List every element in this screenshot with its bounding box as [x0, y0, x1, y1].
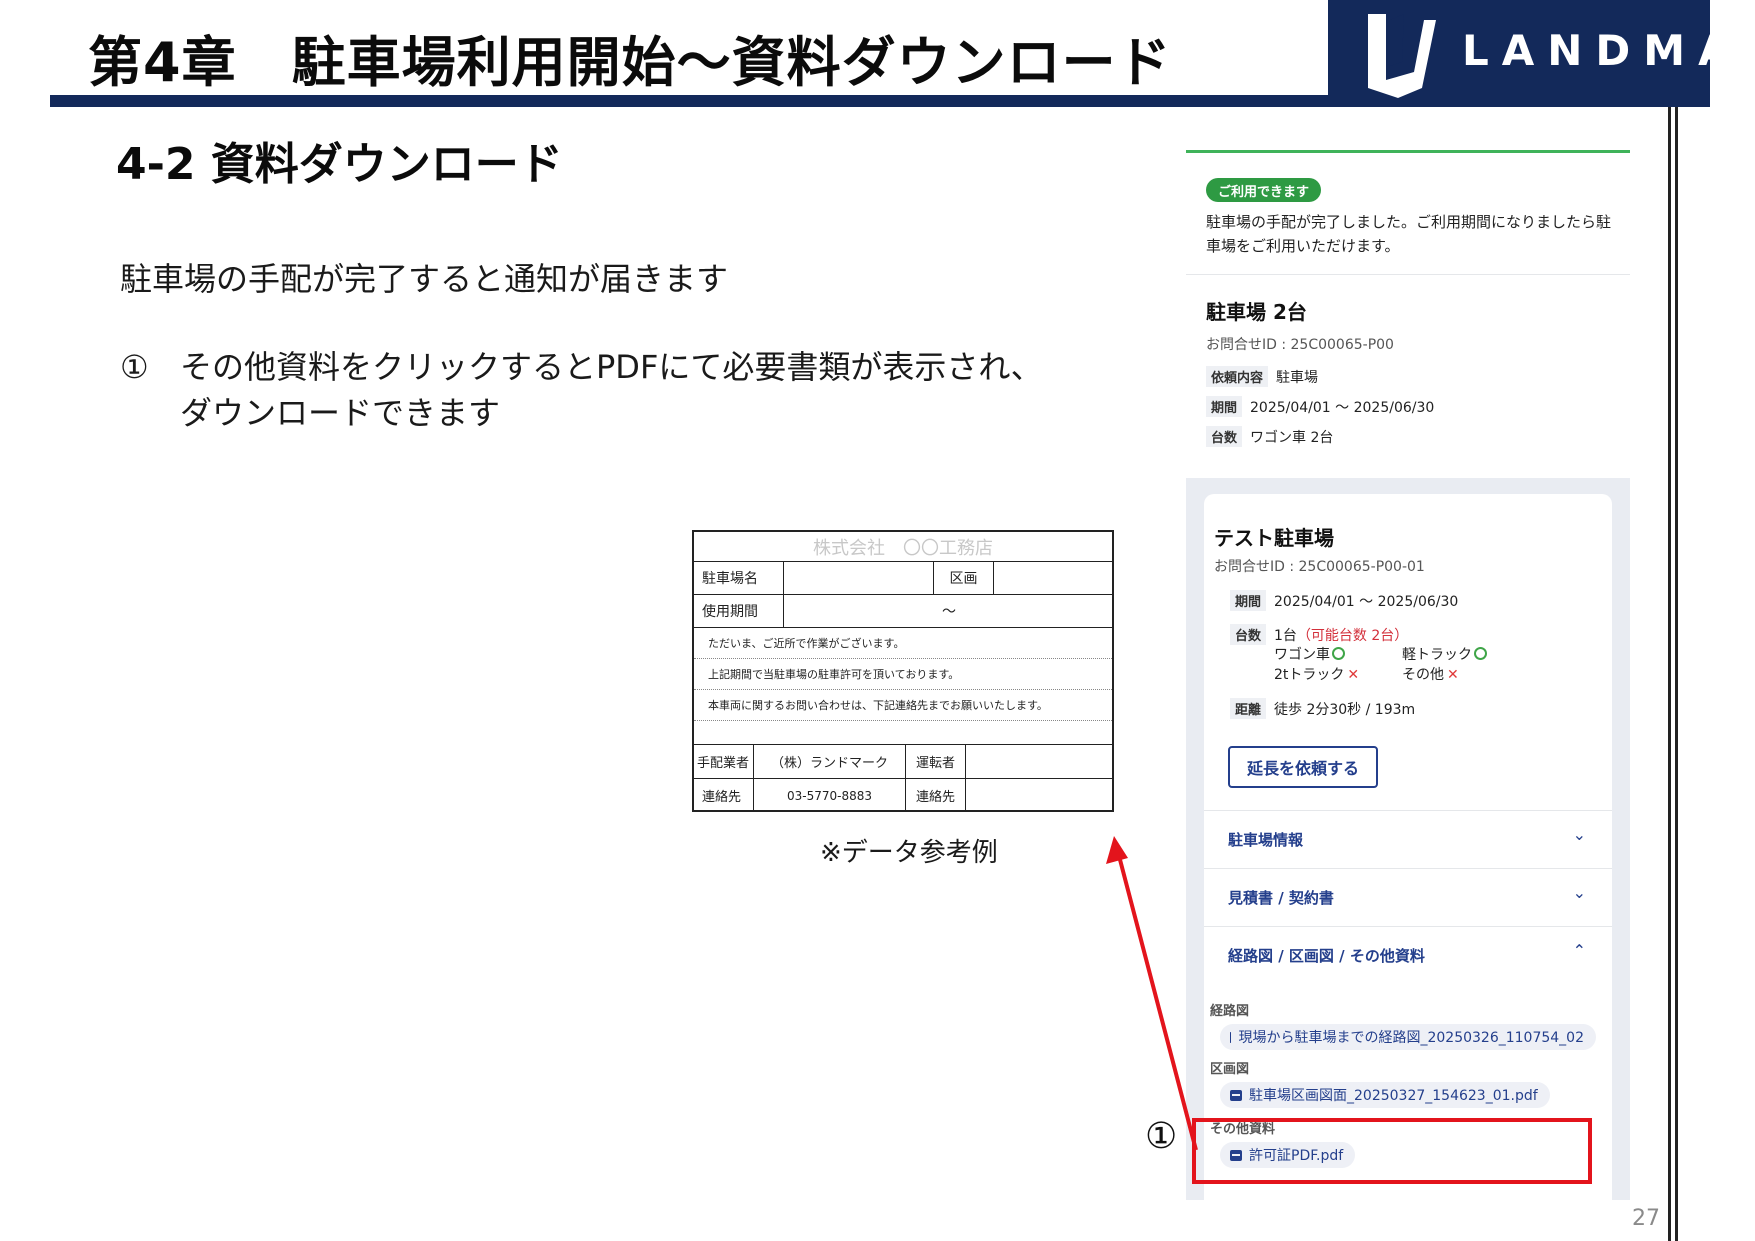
- annotation-marker: ①: [1145, 1116, 1178, 1157]
- lot-name-value: [784, 562, 934, 594]
- permit-sample: 株式会社 〇〇工務店 駐車場名 区画 使用期間 ～ ただいま、ご近所で作業がござ…: [692, 530, 1114, 812]
- chevron-up-icon: ⌃: [1572, 941, 1586, 960]
- note-1: ただいま、ご近所で作業がございます。: [694, 628, 1112, 659]
- card-count-row: 台数 1台（可能台数 2台）: [1230, 624, 1408, 645]
- step-line-1: その他資料をクリックするとPDFにて必要書類が表示され、: [180, 348, 1043, 386]
- request-row: 依頼内容 駐車場: [1206, 366, 1318, 387]
- avail-kei: 軽トラック: [1402, 644, 1487, 664]
- permit-row-arranger: 手配業者 （株）ランドマーク 運転者: [694, 745, 1112, 779]
- section-map-file[interactable]: 駐車場区画図面_20250327_154623_01.pdf: [1220, 1082, 1550, 1108]
- status-line: [1186, 150, 1630, 153]
- request-key: 依頼内容: [1206, 366, 1269, 387]
- ng-cross-icon: ✕: [1447, 667, 1459, 683]
- ok-circle-icon: [1474, 647, 1487, 660]
- file-icon: [1230, 1031, 1245, 1043]
- permit-row-lot: 駐車場名 区画: [694, 562, 1112, 595]
- contact-label-2: 連絡先: [906, 779, 966, 812]
- period-sep: ～: [942, 604, 956, 620]
- route-map-file[interactable]: 現場から駐車場までの経路図_20250326_110754_02: [1220, 1024, 1596, 1050]
- step-number: ①: [120, 348, 149, 386]
- arranger-value: （株）ランドマーク: [754, 745, 906, 778]
- period-label: 使用期間: [694, 595, 784, 627]
- completion-notice: 駐車場の手配が完了しました。ご利用期間になりましたら駐車場をご利用いただけます。: [1206, 213, 1612, 255]
- route-map-filename: 現場から駐車場までの経路図_20250326_110754_02: [1238, 1030, 1584, 1046]
- chevron-down-icon: ⌄: [1572, 883, 1586, 902]
- route-map-label: 経路図: [1210, 1004, 1250, 1019]
- highlight-box: [1192, 1118, 1592, 1184]
- permit-row-contact: 連絡先 03-5770-8883 連絡先: [694, 779, 1112, 812]
- lot-title: 駐車場 2台: [1206, 300, 1307, 324]
- landmark-logo-icon: [1368, 14, 1436, 98]
- count-key: 台数: [1206, 426, 1243, 447]
- section-map-filename: 駐車場区画図面_20250327_154623_01.pdf: [1249, 1088, 1538, 1104]
- sample-caption: ※データ参考例: [820, 838, 998, 868]
- card-inquiry-id: お問合せID : 25C00065-P00-01: [1214, 559, 1425, 575]
- count-row: 台数 ワゴン車 2台: [1206, 426, 1333, 447]
- kei-truck-label: 軽トラック: [1402, 647, 1472, 663]
- accordion-label: 駐車場情報: [1228, 831, 1304, 849]
- card-period-value: 2025/04/01 ～ 2025/06/30: [1274, 594, 1459, 610]
- accordion-label: 経路図 / 区画図 / その他資料: [1228, 947, 1425, 965]
- chapter-title: 第4章 駐車場利用開始～資料ダウンロード: [88, 31, 1172, 94]
- count-value: ワゴン車 2台: [1250, 430, 1334, 446]
- avail-wagon: ワゴン車: [1274, 644, 1345, 664]
- card-period-key: 期間: [1230, 590, 1267, 611]
- period-value: 2025/04/01 ～ 2025/06/30: [1250, 400, 1435, 416]
- right-rule: [1668, 107, 1678, 1241]
- chevron-down-icon: ⌄: [1572, 825, 1586, 844]
- header-rule: [50, 95, 1340, 107]
- wagon-label: ワゴン車: [1274, 647, 1330, 663]
- extend-request-button[interactable]: 延長を依頼する: [1228, 746, 1378, 788]
- distance-key: 距離: [1230, 698, 1267, 719]
- permit-company: 株式会社 〇〇工務店: [694, 532, 1112, 562]
- step-line-2: ダウンロードできます: [180, 394, 501, 432]
- request-value: 駐車場: [1276, 370, 1319, 386]
- section-title: 4-2 資料ダウンロード: [116, 139, 563, 190]
- lot-name-label: 駐車場名: [694, 562, 784, 594]
- card-count-avail: （可能台数 2台）: [1296, 628, 1409, 644]
- arranger-label: 手配業者: [694, 745, 754, 778]
- card-distance-row: 距離 徒歩 2分30秒 / 193m: [1230, 698, 1415, 719]
- driver-label: 運転者: [906, 745, 966, 778]
- avail-2t: 2tトラック ✕: [1274, 664, 1359, 684]
- parking-detail-panel: ご利用できます 駐車場の手配が完了しました。ご利用期間になりましたら駐車場をご利…: [1186, 150, 1630, 1200]
- avail-other: その他 ✕: [1402, 664, 1459, 684]
- section-label: 区画: [934, 562, 994, 594]
- truck-2t-label: 2tトラック: [1274, 667, 1345, 683]
- accordion-documents[interactable]: 経路図 / 区画図 / その他資料 ⌃: [1204, 926, 1612, 984]
- note-2: 上記期間で当駐車場の駐車許可を頂いております。: [694, 659, 1112, 690]
- other-label: その他: [1402, 667, 1444, 683]
- card-period-row: 期間 2025/04/01 ～ 2025/06/30: [1230, 590, 1458, 611]
- section-map-label: 区画図: [1210, 1062, 1250, 1077]
- card-count-key: 台数: [1230, 624, 1267, 645]
- permit-row-period: 使用期間 ～: [694, 595, 1112, 628]
- ng-cross-icon: ✕: [1347, 667, 1360, 683]
- blank-row: [694, 721, 1112, 745]
- ok-circle-icon: [1332, 647, 1345, 660]
- page-number: 27: [1632, 1206, 1660, 1231]
- inquiry-id: お問合せID : 25C00065-P00: [1206, 337, 1394, 353]
- card-count-value: 1台: [1274, 628, 1297, 644]
- note-3: 本車両に関するお問い合わせは、下記連絡先までお願いいたします。: [694, 690, 1112, 721]
- period-row: 期間 2025/04/01 ～ 2025/06/30: [1206, 396, 1434, 417]
- contact-label: 連絡先: [694, 779, 754, 812]
- accordion-parking-info[interactable]: 駐車場情報 ⌄: [1204, 810, 1612, 868]
- distance-value: 徒歩 2分30秒 / 193m: [1274, 702, 1416, 718]
- file-icon: [1230, 1089, 1242, 1101]
- intro-text: 駐車場の手配が完了すると通知が届きます: [120, 260, 729, 298]
- divider: [1186, 274, 1630, 275]
- step-text: その他資料をクリックするとPDFにて必要書類が表示され、 ダウンロードできます: [180, 344, 1080, 436]
- logo-text: LANDMARK: [1462, 26, 1755, 75]
- card-title: テスト駐車場: [1214, 526, 1334, 550]
- accordion-label: 見積書 / 契約書: [1228, 889, 1334, 907]
- status-badge: ご利用できます: [1206, 178, 1322, 202]
- period-key: 期間: [1206, 396, 1243, 417]
- logo: LANDMARK: [1328, 0, 1755, 107]
- contact-value: 03-5770-8883: [754, 779, 906, 812]
- accordion-estimate-contract[interactable]: 見積書 / 契約書 ⌄: [1204, 868, 1612, 926]
